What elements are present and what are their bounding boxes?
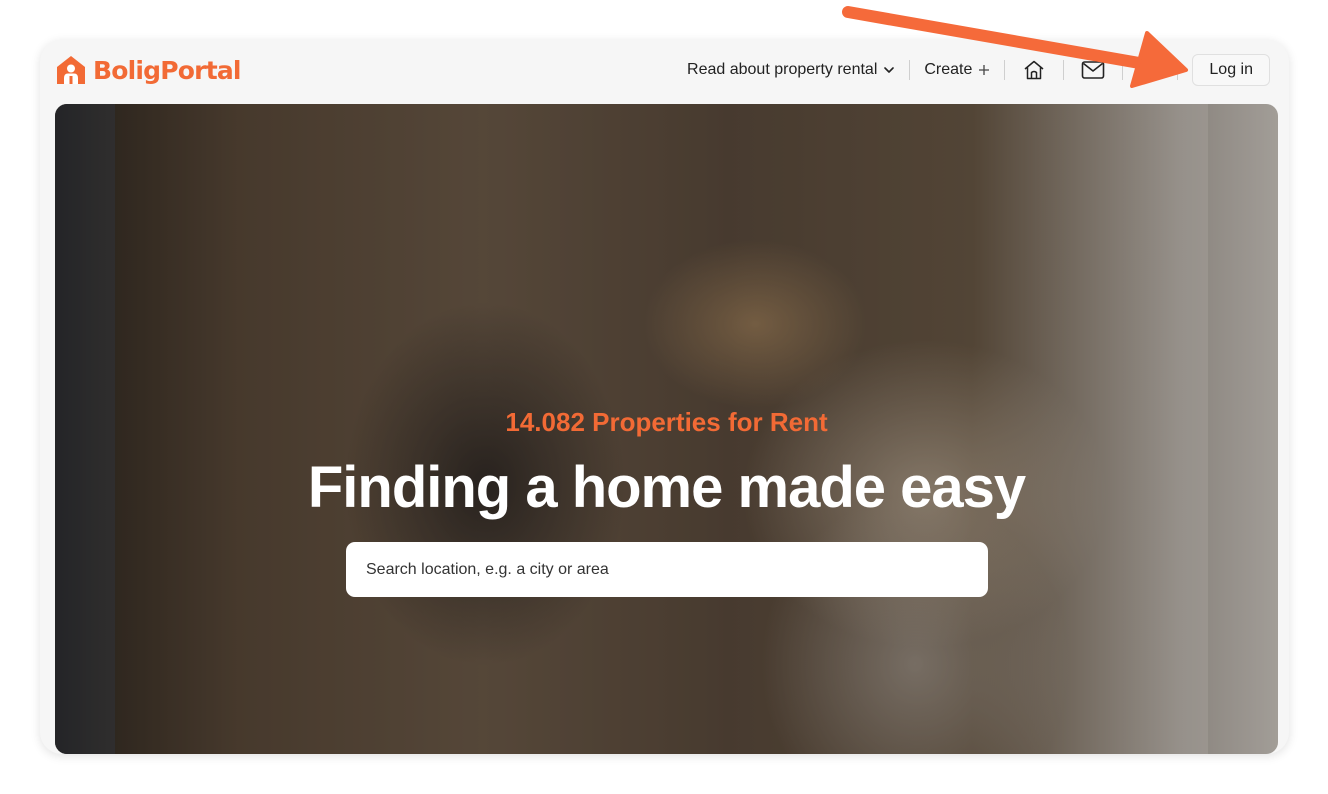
plus-icon <box>979 65 990 75</box>
read-about-label: Read about property rental <box>687 61 878 78</box>
nav-divider <box>1004 60 1006 80</box>
nav-divider <box>1122 60 1124 80</box>
house-logo-icon <box>57 56 85 84</box>
site-header: BoligPortal Read about property rental C… <box>40 40 1289 104</box>
messages-button[interactable] <box>1078 55 1108 85</box>
login-button[interactable]: Log in <box>1192 54 1270 86</box>
top-nav: Read about property rental Create Log in <box>687 54 1270 86</box>
hero-banner: 14.082 Properties for Rent Finding a hom… <box>55 104 1278 754</box>
create-button[interactable]: Create <box>924 61 990 79</box>
browser-window: BoligPortal Read about property rental C… <box>40 40 1289 754</box>
logo-link[interactable]: BoligPortal <box>55 50 241 90</box>
mail-icon <box>1082 61 1105 79</box>
nav-divider <box>1063 60 1065 80</box>
chevron-down-icon <box>884 67 895 73</box>
create-label: Create <box>924 61 973 78</box>
property-count: 14.082 Properties for Rent <box>505 407 828 437</box>
brand-name: BoligPortal <box>93 55 241 85</box>
nav-divider <box>1177 60 1179 80</box>
hero-headline: Finding a home made easy <box>307 455 1026 520</box>
read-about-dropdown[interactable]: Read about property rental <box>687 61 895 79</box>
location-search-input[interactable] <box>346 542 988 597</box>
home-button[interactable] <box>1019 55 1049 85</box>
nav-divider <box>909 60 911 80</box>
home-icon <box>1024 60 1044 80</box>
